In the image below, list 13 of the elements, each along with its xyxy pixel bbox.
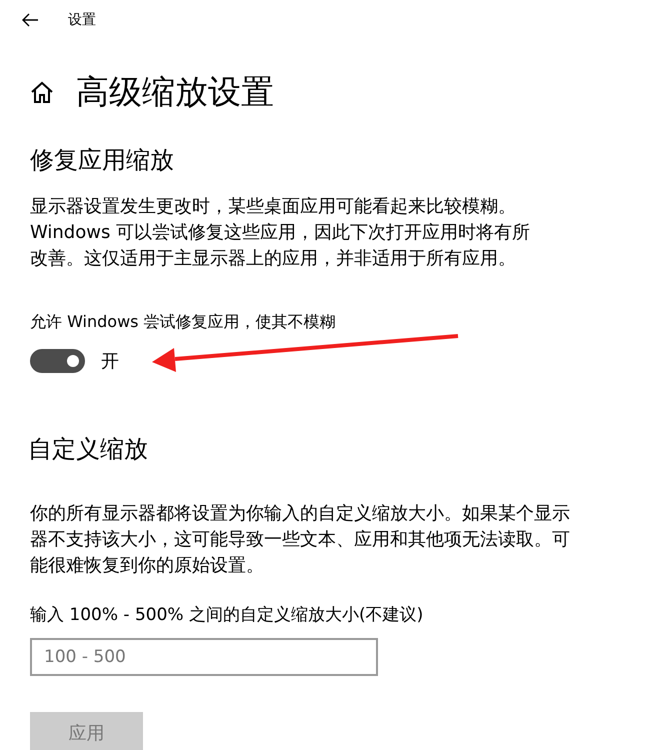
window-title: 设置 [68, 11, 96, 29]
toggle-label: 允许 Windows 尝试修复应用，使其不模糊 [30, 312, 337, 333]
field-label: 输入 100% - 500% 之间的自定义缩放大小(不建议) [30, 604, 424, 626]
toggle-state: 开 [101, 350, 119, 373]
section-heading: 自定义缩放 [27, 434, 149, 465]
section-description: 显示器设置发生更改时，某些桌面应用可能看起来比较模糊。Windows 可以尝试修复这些应用，因此下次打开应用时将有所改善。这仅适用于主显示器上的应用，并非适用于所有应用。 [30, 195, 532, 271]
section-heading: 修复应用缩放 [29, 145, 175, 176]
page-heading: 高级缩放设置 [76, 70, 274, 112]
toggle-switch[interactable] [30, 349, 85, 373]
home-icon[interactable] [30, 81, 54, 103]
back-icon[interactable] [20, 12, 40, 28]
section-description: 你的所有显示器都将设置为你输入的自定义缩放大小。如果某个显示器不支持该大小，这可能导致一些文本、应用和其他项无法读取。可能很难恢复到你的原始设置。 [30, 502, 571, 578]
scale-input-field[interactable]: 100 - 500 [30, 638, 378, 676]
